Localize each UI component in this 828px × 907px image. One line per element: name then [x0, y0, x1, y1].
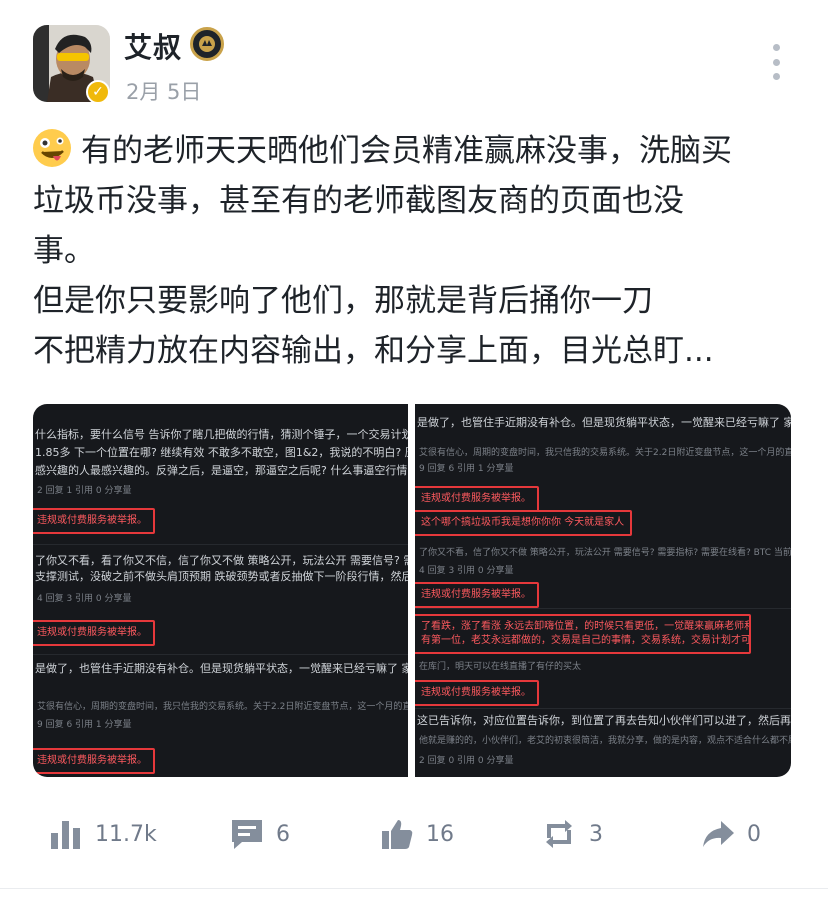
- share-button[interactable]: 0: [701, 808, 761, 860]
- report-notice: 违规或付费服务被举报。: [415, 582, 539, 608]
- image-text: 艾很有信心，周期的变盘时间，我只信我的交易系统。关于2.2日附近变盘节点，这一个…: [37, 702, 408, 712]
- image-text: 他就是赚的的，小伙伴们，老艾的初衷很简洁，我就分享，做的是内容，观点不适合什么都…: [419, 736, 791, 746]
- like-count: 16: [426, 821, 454, 847]
- report-notice: 了看跌，涨了看涨 永远去卸嗨位置，的时候只看更低，一觉醒来赢麻老师和各种策略指标…: [415, 614, 751, 654]
- post-line-5[interactable]: 不把精力放在内容输出，和分享上面，目光总盯...: [33, 326, 803, 376]
- zany-face-emoji-icon: [33, 129, 71, 167]
- post-line-1: 有的老师天天晒他们会员精准赢麻没事，洗脑买: [33, 126, 803, 176]
- share-arrow-icon: [703, 821, 734, 847]
- image-meta: 2 回复 0 引用 0 分享量: [419, 756, 514, 766]
- post-line-3: 事。: [33, 233, 95, 269]
- image-meta: 2 回复 1 引用 0 分享量: [37, 486, 132, 496]
- post-date: 2月 5日: [126, 80, 202, 104]
- repost-button[interactable]: 3: [541, 808, 603, 860]
- comment-icon: [232, 820, 262, 849]
- views-stat: 11.7k: [49, 808, 157, 860]
- report-notice: 违规或付费服务被举报。: [33, 748, 155, 774]
- divider: [415, 608, 791, 609]
- like-button[interactable]: 16: [380, 808, 454, 860]
- image-meta: 4 回复 3 引用 0 分享量: [419, 566, 514, 576]
- comment-button[interactable]: 6: [230, 808, 290, 860]
- report-notice: 违规或付费服务被举报。: [415, 486, 539, 512]
- image-text: 1.85多 下一个位置在哪? 继续有效 不敢多不敢空，图1&2，我说的不明白? …: [35, 446, 408, 459]
- image-text: 是做了，也管住手近期没有补仓。但是现货躺平状态，一觉醒来已经亏嘛了 家人们，去: [35, 662, 408, 675]
- comment-count: 6: [276, 821, 290, 847]
- image-text: 了你又不看，看了你又不信，信了你又不做 策略公开，玩法公开 需要信号? 需要指标…: [35, 554, 408, 567]
- image-text: 什么指标，要什么信号 告诉你了瞎几把做的行情，猜测个锤子，一个交易计划你玩十天: [35, 428, 408, 441]
- divider: [0, 888, 828, 889]
- divider: [33, 544, 408, 545]
- image-text: 是做了，也管住手近期没有补仓。但是现货躺平状态，一觉醒来已经亏嘛了 家人们，去哪…: [417, 416, 791, 429]
- bar-chart-icon: [51, 821, 80, 849]
- thumbs-up-icon: [382, 820, 413, 849]
- divider: [33, 654, 408, 655]
- post-line-4: 但是你只要影响了他们，那就是背后捅你一刀: [33, 283, 653, 319]
- image-text: 艾很有信心，周期的变盘时间，我只信我的交易系统。关于2.2日附近变盘节点，这一个…: [419, 448, 791, 458]
- report-notice: 违规或付费服务被举报。: [415, 680, 539, 706]
- views-count: 11.7k: [95, 821, 157, 847]
- verified-check-icon: ✓: [86, 80, 110, 104]
- image-text: 这已告诉你，对应位置告诉你，到位置了再去告知小伙伴们可以进了，然后再你你筛选服务…: [417, 714, 791, 727]
- post-header: ✓ 艾叔 2月 5日: [0, 0, 828, 120]
- image-text: 支撑测试，没破之前不做头肩顶预期 跌破颈势或者反抽做下一阶段行情，然后在做 1:…: [35, 570, 408, 583]
- creator-badge-icon: [190, 27, 224, 61]
- report-notice: 违规或付费服务被举报。: [33, 620, 155, 646]
- report-notice: 这个哪个搞垃圾币我是想你你你 今天就是家人: [415, 510, 633, 536]
- image-meta: 9 回复 6 引用 1 分享量: [37, 720, 132, 730]
- post-action-bar: 11.7k 6 16 3 0: [0, 808, 828, 860]
- share-count: 0: [747, 821, 761, 847]
- image-meta: 4 回复 3 引用 0 分享量: [37, 594, 132, 604]
- attached-image-right[interactable]: 是做了，也管住手近期没有补仓。但是现货躺平状态，一觉醒来已经亏嘛了 家人们，去哪…: [415, 404, 791, 777]
- post-body: 有的老师天天晒他们会员精准赢麻没事，洗脑买 垃圾币没事，甚至有的老师截图友商的页…: [33, 126, 803, 376]
- divider: [415, 708, 791, 709]
- attached-image-left[interactable]: 什么指标，要什么信号 告诉你了瞎几把做的行情，猜测个锤子，一个交易计划你玩十天 …: [33, 404, 408, 777]
- image-text: 感兴趣的人最感兴趣的。反弹之后，是逼空，那逼空之后呢? 什么事逼空行情，就是给踏…: [35, 464, 408, 477]
- image-meta: 9 回复 6 引用 1 分享量: [419, 464, 514, 474]
- more-options-icon[interactable]: [770, 44, 782, 80]
- image-text: 了你又不看，信了你又不做 策略公开，玩法公开 需要信号? 需要指标? 需要在线看…: [419, 548, 791, 558]
- repost-count: 3: [589, 821, 603, 847]
- image-text: 在库门，明天可以在线直播了有仔的买太: [419, 662, 582, 672]
- post-line-2: 垃圾币没事，甚至有的老师截图友商的页面也没: [33, 183, 684, 219]
- author-name[interactable]: 艾叔: [124, 26, 182, 66]
- report-notice: 违规或付费服务被举报。: [33, 508, 155, 534]
- repost-icon: [546, 820, 572, 848]
